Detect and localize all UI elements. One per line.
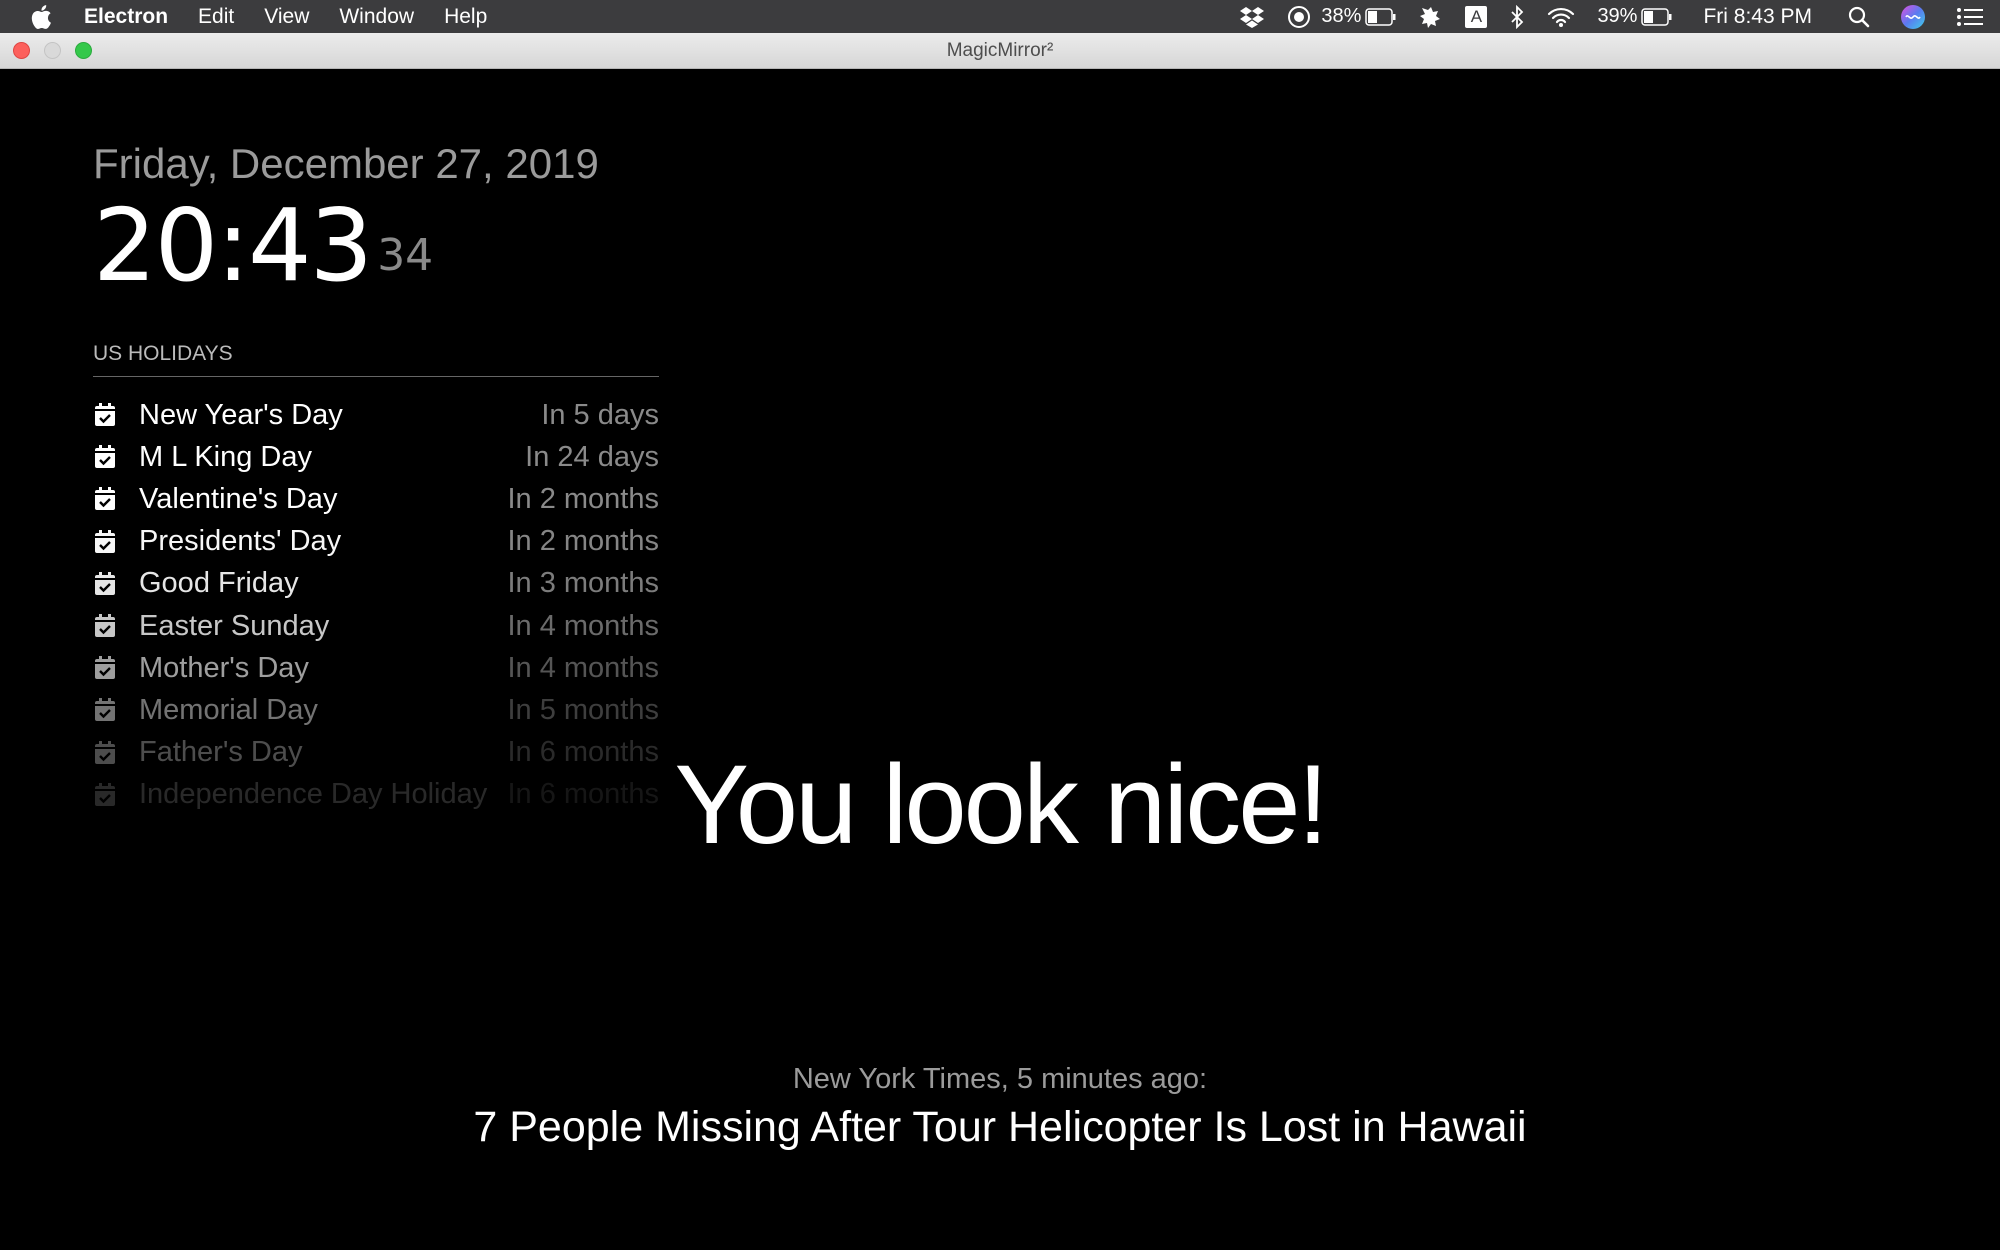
calendar-check-icon (93, 571, 119, 597)
event-title: Good Friday (139, 567, 299, 600)
calendar-event: Good Friday In 3 months (93, 563, 659, 605)
menu-window[interactable]: Window (339, 5, 414, 29)
calendar-event: Valentine's Day In 2 months (93, 478, 659, 520)
battery-icon[interactable] (1641, 7, 1673, 26)
event-time: In 5 days (541, 398, 659, 431)
event-time: In 24 days (525, 440, 659, 473)
battery-icon[interactable] (1365, 7, 1397, 26)
tool-icon[interactable] (1419, 5, 1443, 29)
bluetooth-icon[interactable] (1509, 4, 1525, 29)
status-area: 38% A 39% Fri 8:43 PM (1217, 4, 1984, 30)
spotlight-search-icon[interactable] (1848, 6, 1870, 28)
battery-percent-1: 38% (1321, 5, 1362, 27)
menubar-clock[interactable]: Fri 8:43 PM (1703, 5, 1812, 29)
clock-hours-minutes: 20:43 (93, 187, 373, 304)
calendar-check-icon (93, 697, 119, 723)
calendar-event: M L King Day In 24 days (93, 436, 659, 478)
battery-percent-2: 39% (1597, 5, 1638, 27)
compliment-text: You look nice! (674, 742, 1328, 867)
calendar-check-icon (93, 486, 119, 512)
event-title: New Year's Day (139, 398, 343, 431)
menu-edit[interactable]: Edit (198, 5, 234, 29)
notification-center-icon[interactable] (1956, 7, 1984, 27)
window-title: MagicMirror² (946, 40, 1054, 61)
siri-icon[interactable] (1900, 4, 1926, 30)
event-time: In 2 months (507, 482, 659, 515)
event-title: Presidents' Day (139, 525, 342, 558)
calendar-check-icon (93, 444, 119, 470)
clock-seconds: 34 (377, 230, 434, 281)
event-title: Easter Sunday (139, 609, 330, 642)
apple-menu-icon[interactable] (30, 4, 54, 30)
wifi-icon[interactable] (1547, 6, 1575, 28)
event-title: Mother's Day (139, 651, 309, 684)
calendar-check-icon (93, 613, 119, 639)
macos-menu-bar: Electron Edit View Window Help 38% A 39% (0, 0, 2000, 33)
window-title-bar[interactable]: MagicMirror² (0, 33, 2000, 69)
event-time: In 3 months (507, 567, 659, 600)
event-title: M L King Day (139, 440, 312, 473)
calendar-check-icon (93, 655, 119, 681)
calendar-check-icon (93, 529, 119, 555)
app-menu-electron[interactable]: Electron (84, 5, 168, 29)
calendar-header: US HOLIDAYS (93, 342, 659, 377)
event-time: In 4 months (507, 609, 659, 642)
calendar-event: New Year's Day In 5 days (93, 394, 659, 436)
sync-icon[interactable] (1287, 5, 1311, 29)
menu-help[interactable]: Help (444, 5, 487, 29)
calendar-check-icon (93, 402, 119, 428)
event-title: Memorial Day (139, 693, 318, 726)
calendar-event: Mother's Day In 4 months (93, 647, 659, 689)
menu-view[interactable]: View (264, 5, 309, 29)
clock-time: 20:43 34 (93, 196, 433, 296)
event-time: In 4 months (507, 651, 659, 684)
dropbox-icon[interactable] (1239, 6, 1265, 28)
event-time: In 2 months (507, 525, 659, 558)
clock-date: Friday, December 27, 2019 (93, 140, 599, 187)
news-source: New York Times, 5 minutes ago: (792, 1063, 1208, 1095)
event-title: Valentine's Day (139, 482, 338, 515)
keyboard-a-icon[interactable]: A (1465, 5, 1488, 28)
calendar-event: Memorial Day In 5 months (93, 689, 659, 731)
calendar-event: Easter Sunday In 4 months (93, 605, 659, 647)
event-time: In 5 months (507, 693, 659, 726)
news-headline: 7 People Missing After Tour Helicopter I… (473, 1103, 1527, 1151)
calendar-event: Presidents' Day In 2 months (93, 521, 659, 563)
